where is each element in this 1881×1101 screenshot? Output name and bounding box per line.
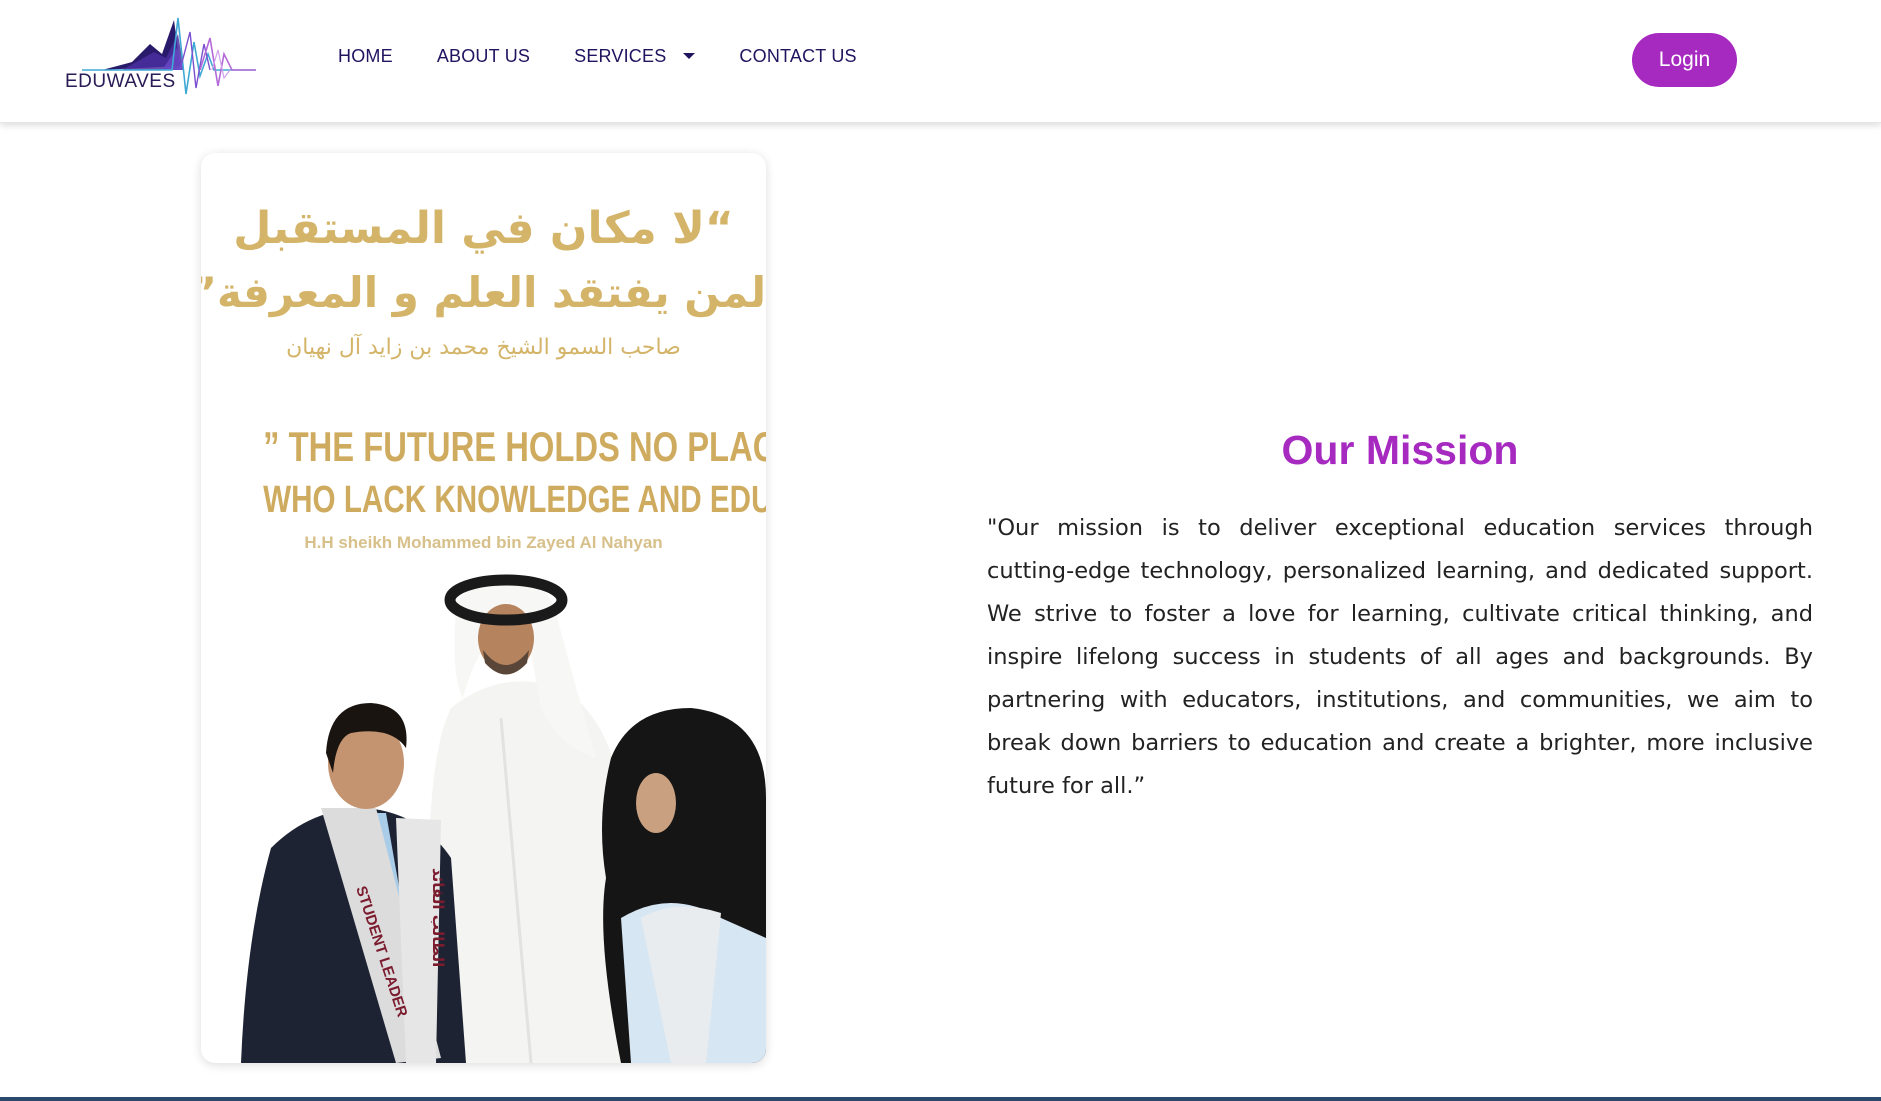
nav-contact-us[interactable]: CONTACT US (739, 46, 856, 67)
leader-with-students-photo: STUDENT LEADER الطالب القائد (201, 558, 766, 1063)
footer-edge (0, 1097, 1881, 1101)
caret-down-icon (683, 52, 696, 59)
main-nav: HOME ABOUT US SERVICES CONTACT US (338, 46, 857, 67)
quote-card: “لا مكان في المستقبل لمن يفتقد العلم و ا… (201, 153, 766, 1063)
logo-text: EDUWAVES (65, 71, 176, 92)
nav-services-label: SERVICES (574, 46, 667, 66)
arabic-attribution: صاحب السمو الشيخ محمد بن زايد آل نهيان (286, 335, 681, 360)
english-quote-line1: ” The future holds no place for those (263, 423, 766, 470)
english-quote-line2: who lack knowledge and education” (263, 479, 766, 521)
nav-services[interactable]: SERVICES (574, 46, 696, 67)
mission-title: Our Mission (1281, 427, 1519, 473)
nav-home[interactable]: HOME (338, 46, 393, 67)
login-button[interactable]: Login (1632, 33, 1737, 87)
english-attribution: H.H sheikh Mohammed bin Zayed Al Nahyan (304, 533, 663, 552)
site-header: EDUWAVES HOME ABOUT US SERVICES CONTACT … (0, 0, 1881, 123)
mission-text: "Our mission is to deliver exceptional e… (987, 515, 1813, 799)
nav-about-us[interactable]: ABOUT US (437, 46, 530, 67)
arabic-quote-line1: “لا مكان في المستقبل (233, 203, 734, 254)
sash-text-right: الطالب القائد (429, 868, 447, 967)
eduwaves-logo[interactable]: EDUWAVES (62, 14, 256, 100)
arabic-quote-line2: لمن يفتقد العلم و المعرفة” (201, 268, 766, 317)
